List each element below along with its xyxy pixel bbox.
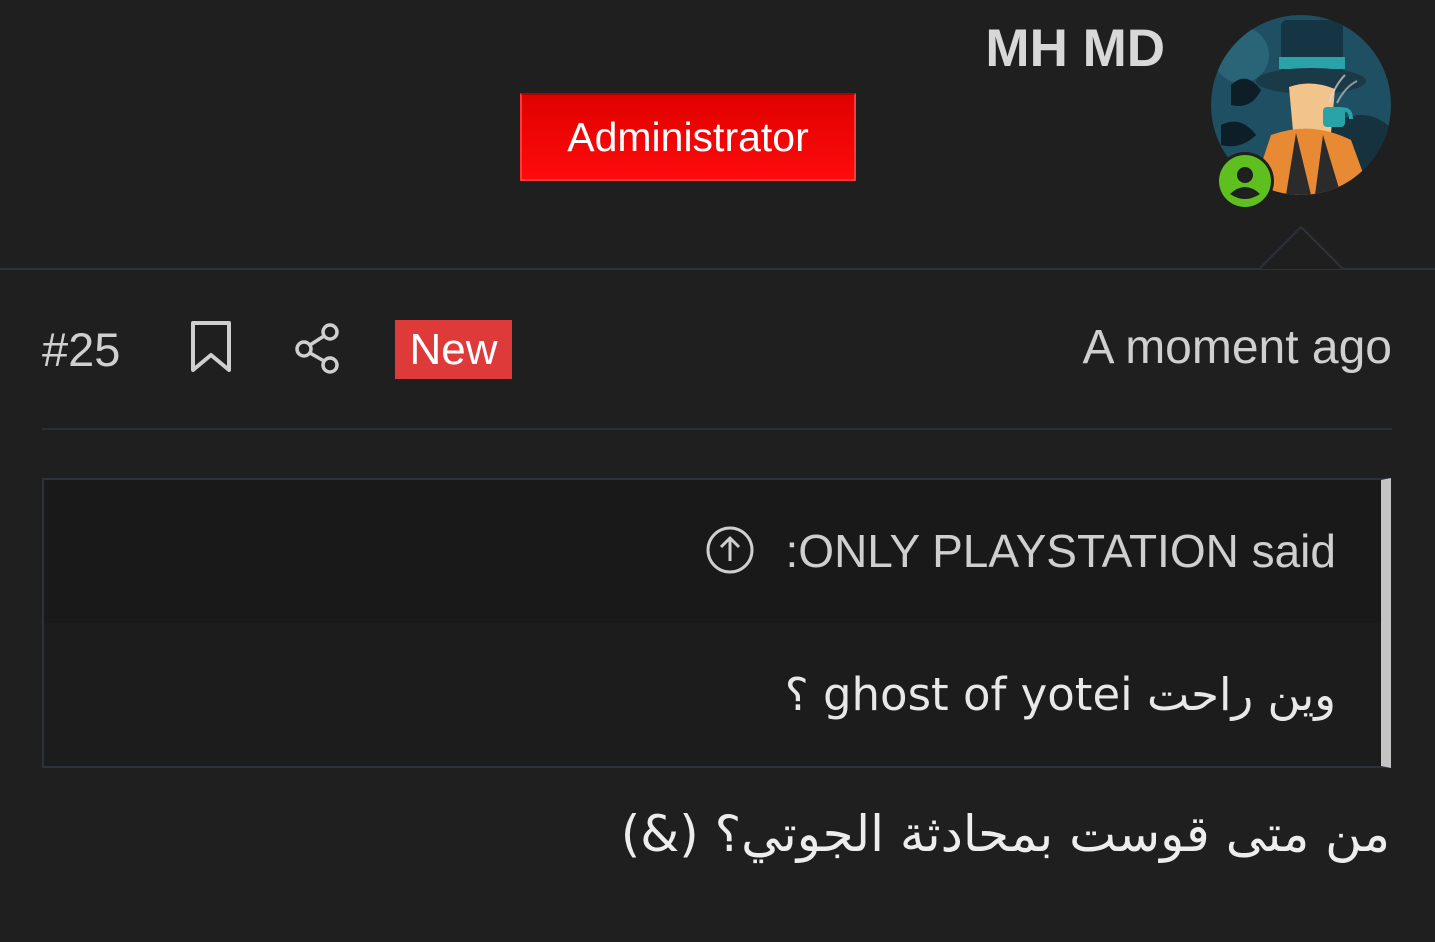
arrow-up-circle-icon[interactable] bbox=[705, 525, 755, 575]
new-badge: New bbox=[395, 320, 512, 379]
post-timestamp[interactable]: A moment ago bbox=[1082, 320, 1392, 375]
role-badge: Administrator bbox=[520, 93, 856, 181]
divider bbox=[42, 428, 1392, 430]
share-icon[interactable] bbox=[294, 322, 342, 374]
quote-block: :ONLY PLAYSTATION said وين راحت ghost of… bbox=[42, 478, 1391, 768]
post-container: MH MD Administrator #25 New A moment ago… bbox=[0, 0, 1435, 942]
quote-author[interactable]: :ONLY PLAYSTATION said bbox=[786, 524, 1336, 578]
header-notch bbox=[1259, 226, 1343, 270]
post-meta-bar: #25 New A moment ago bbox=[42, 300, 1392, 400]
user-online-icon bbox=[1219, 155, 1271, 207]
post-number-link[interactable]: #25 bbox=[42, 322, 120, 377]
online-status-indicator bbox=[1216, 152, 1274, 210]
quote-text: وين راحت ghost of yotei ؟ bbox=[784, 668, 1336, 721]
username[interactable]: MH MD bbox=[985, 18, 1165, 79]
post-message: من متى قوست بمحادثة الجوتي؟ (&) bbox=[620, 805, 1390, 863]
quote-header: :ONLY PLAYSTATION said bbox=[44, 480, 1381, 623]
user-header: MH MD Administrator bbox=[0, 0, 1435, 270]
bookmark-icon[interactable] bbox=[187, 320, 235, 374]
